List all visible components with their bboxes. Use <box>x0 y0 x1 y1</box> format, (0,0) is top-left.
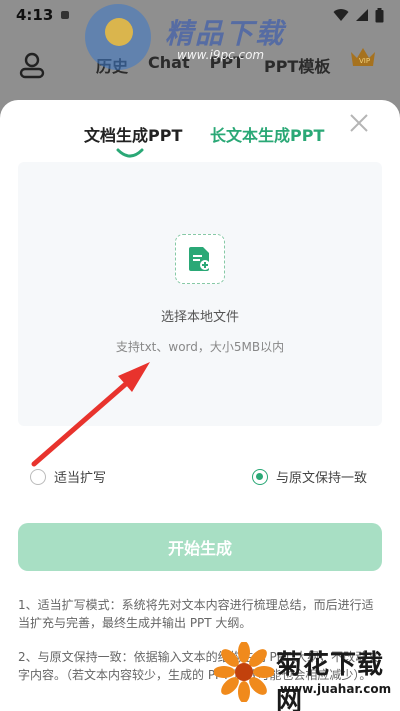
status-time: 4:13 <box>16 6 54 24</box>
bg-tab-ppt[interactable]: PPT <box>210 53 244 77</box>
option-keep-original-label: 与原文保持一致 <box>276 471 368 486</box>
background-tabs: 历史 Chat PPT PPT模板 <box>96 53 330 77</box>
tab-document-ppt[interactable]: 文档生成PPT <box>84 122 182 146</box>
notes: 1、适当扩写模式：系统将先对文本内容进行梳理总结，而后进行适当扩充与完善，最终生… <box>18 596 382 700</box>
start-generate-button[interactable]: 开始生成 <box>18 523 382 571</box>
svg-text:VIP: VIP <box>359 57 370 65</box>
background-header: 历史 Chat PPT PPT模板 VIP <box>0 30 400 100</box>
battery-icon <box>375 7 384 22</box>
status-icons <box>333 7 384 23</box>
option-expand[interactable]: 适当扩写 <box>30 467 106 486</box>
signal-icon <box>356 9 368 21</box>
upload-label: 选择本地文件 <box>160 310 239 325</box>
document-icon <box>189 247 210 271</box>
option-expand-label: 适当扩写 <box>54 471 107 486</box>
close-icon[interactable] <box>348 112 370 134</box>
note-keep-original: 2、与原文保持一致：依据输入文本的结构生成 PPT 大纲，不改动文字内容。（若文… <box>18 650 380 682</box>
tab-long-text-ppt[interactable]: 长文本生成PPT <box>210 122 324 146</box>
sheet-tabs: 文档生成PPT 长文本生成PPT <box>0 122 400 162</box>
crown-icon[interactable]: VIP <box>348 44 378 70</box>
active-tab-indicator <box>116 148 144 158</box>
profile-icon[interactable] <box>18 51 46 79</box>
generate-sheet: 文档生成PPT 长文本生成PPT 选择本地文件 支持txt、word，大小5MB… <box>0 100 400 711</box>
notification-icon <box>61 11 70 19</box>
radio-keep-original[interactable] <box>252 468 268 485</box>
option-keep-original[interactable]: 与原文保持一致 <box>252 467 367 486</box>
bg-tab-chat[interactable]: Chat <box>148 53 190 77</box>
bg-tab-ppt-template[interactable]: PPT模板 <box>264 53 330 77</box>
note-expand: 1、适当扩写模式：系统将先对文本内容进行梳理总结，而后进行适当扩充与完善，最终生… <box>18 598 374 630</box>
status-bar: 4:13 <box>0 0 400 30</box>
red-arrow-annotation <box>31 362 150 467</box>
radio-expand[interactable] <box>30 468 46 485</box>
mode-options: 适当扩写 与原文保持一致 <box>0 467 400 491</box>
bg-tab-history[interactable]: 历史 <box>96 53 128 77</box>
file-upload-icon[interactable] <box>175 234 225 284</box>
wifi-icon <box>333 9 349 21</box>
